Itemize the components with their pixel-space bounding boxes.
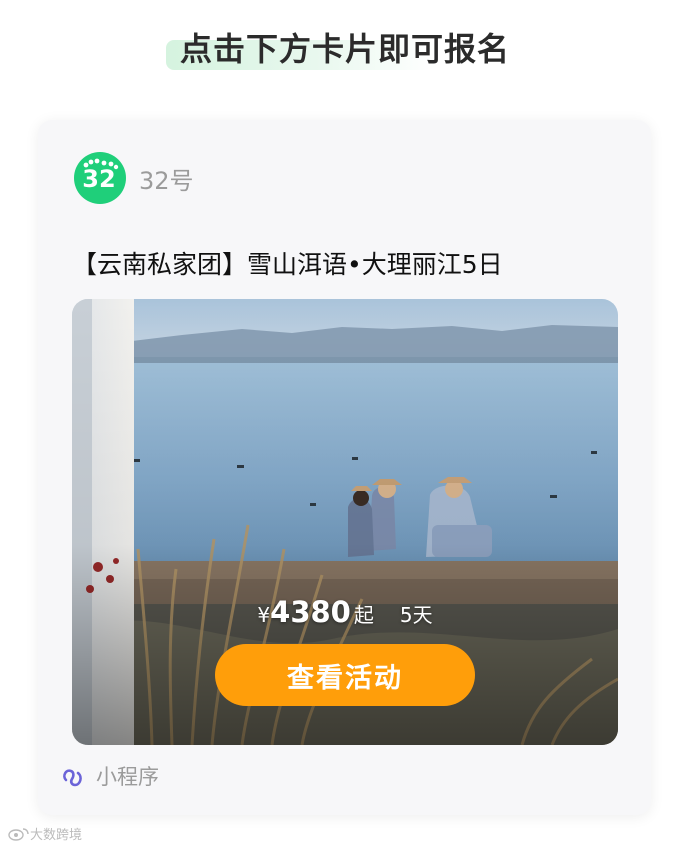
weibo-eye-icon <box>8 827 29 841</box>
mini-program-label: 小程序 <box>96 765 159 789</box>
mini-program-icon <box>63 769 82 787</box>
view-activity-button[interactable]: 查看活动 <box>215 644 475 706</box>
account-row: 32 32号 <box>74 152 194 204</box>
watermark: 大数跨境 <box>8 824 82 843</box>
price-suffix: 起 <box>353 603 374 627</box>
currency-symbol: ¥ <box>257 603 271 627</box>
price-row: ¥4380 起 5天 <box>72 595 618 629</box>
watermark-text: 大数跨境 <box>30 828 83 843</box>
headline-area: 点击下方卡片即可报名 <box>0 18 690 78</box>
card-title: 【云南私家团】雪山洱语•大理丽江5日 <box>72 250 503 279</box>
mini-program-card[interactable]: 32 32号 【云南私家团】雪山洱语•大理丽江5日 ¥4380 起 5天 查看活… <box>38 120 651 815</box>
page-headline: 点击下方卡片即可报名 <box>179 30 510 68</box>
cover-image[interactable]: ¥4380 起 5天 查看活动 <box>72 299 618 745</box>
trip-duration: 5天 <box>399 603 433 627</box>
price-value: 4380 <box>270 595 351 629</box>
svg-text:32: 32 <box>82 165 115 193</box>
account-logo-icon: 32 <box>74 152 126 204</box>
mini-program-footer: 小程序 <box>60 761 159 791</box>
account-name[interactable]: 32号 <box>139 161 194 196</box>
